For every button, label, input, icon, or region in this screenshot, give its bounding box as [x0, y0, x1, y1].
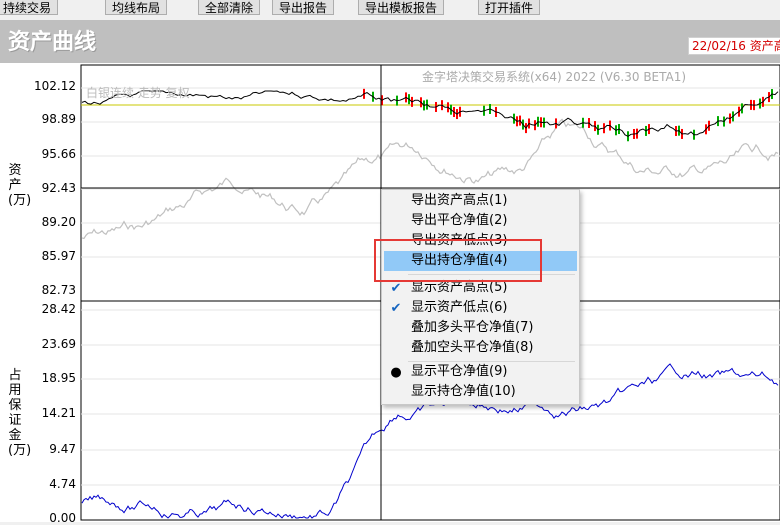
menu-item-label: 显示资产低点(6) [411, 300, 508, 315]
toolbar: 持续交易 均线布局 全部清除 导出报告 导出模板报告 打开插件 [0, 0, 780, 20]
menu-item-label: 显示平仓净值(9) [411, 364, 508, 379]
y-tick-top-6: 82.73 [41, 283, 76, 297]
menu-check [388, 212, 404, 230]
menu-item-overlay-long-close-nav[interactable]: 叠加多头平仓净值(7) [384, 318, 577, 338]
y-tick-bottom-1: 23.69 [41, 337, 76, 351]
toolbar-button-clear-all[interactable]: 全部清除 [198, 0, 261, 15]
menu-item-label: 导出平仓净值(2) [411, 213, 508, 228]
menu-item-label: 显示持仓净值(10) [411, 384, 516, 399]
menu-check [388, 192, 404, 210]
watermark: 金字塔决策交易系统(x64) 2022 (V6.30 BETA1) [422, 70, 687, 84]
y-tick-top-2: 95.66 [41, 147, 76, 161]
menu-item-show-close-nav[interactable]: ● 显示平仓净值(9) [384, 362, 577, 382]
y-tick-bottom-6: 0.00 [49, 511, 76, 525]
radio-dot-icon: ● [390, 365, 402, 380]
toolbar-button-ma-layout[interactable]: 均线布局 [105, 0, 168, 15]
menu-item-export-close-nav[interactable]: 导出平仓净值(2) [384, 211, 577, 231]
menu-item-show-asset-low[interactable]: ✔ 显示资产低点(6) [384, 298, 577, 318]
y-tick-top-4: 89.20 [41, 215, 76, 229]
context-menu: 导出资产高点(1) 导出平仓净值(2) 导出资产低点(3) 导出持仓净值(4) … [381, 189, 580, 405]
highlight-annotation-box [374, 239, 542, 282]
y-tick-top-5: 85.97 [41, 249, 76, 263]
y-tick-top-1: 98.89 [41, 112, 76, 126]
menu-item-label: 导出资产高点(1) [411, 193, 508, 208]
y-tick-top-0: 102.12 [34, 79, 76, 93]
y-axis-label-bottom: 占用保证金(万) [8, 368, 32, 458]
toolbar-button-continuous-trade[interactable]: 持续交易 [0, 0, 59, 15]
menu-item-label: 叠加空头平仓净值(8) [411, 340, 534, 355]
menu-check [388, 319, 404, 337]
y-tick-bottom-5: 4.74 [49, 477, 76, 491]
toolbar-button-open-plugin[interactable]: 打开插件 [478, 0, 541, 15]
window-title: 资产曲线 [8, 30, 97, 55]
check-icon: ✔ [390, 301, 402, 316]
window-titlebar: 资产曲线 22/02/16 资产高 [0, 20, 780, 63]
toolbar-button-export-report[interactable]: 导出报告 [272, 0, 335, 15]
y-axis-label-top: 资产(万) [8, 163, 32, 208]
menu-check [388, 339, 404, 357]
y-tick-bottom-0: 28.42 [41, 302, 76, 316]
menu-item-show-position-nav[interactable]: 显示持仓净值(10) [384, 382, 577, 402]
menu-item-label: 叠加多头平仓净值(7) [411, 320, 534, 335]
menu-item-overlay-short-close-nav[interactable]: 叠加空头平仓净值(8) [384, 338, 577, 358]
date-label: 22/02/16 资产高 [688, 37, 780, 55]
chart-legend: 白银连续 走势 复权 [86, 86, 190, 100]
toolbar-button-export-template-report[interactable]: 导出模板报告 [358, 0, 445, 15]
menu-item-export-asset-high[interactable]: 导出资产高点(1) [384, 191, 577, 211]
menu-check [388, 383, 404, 401]
